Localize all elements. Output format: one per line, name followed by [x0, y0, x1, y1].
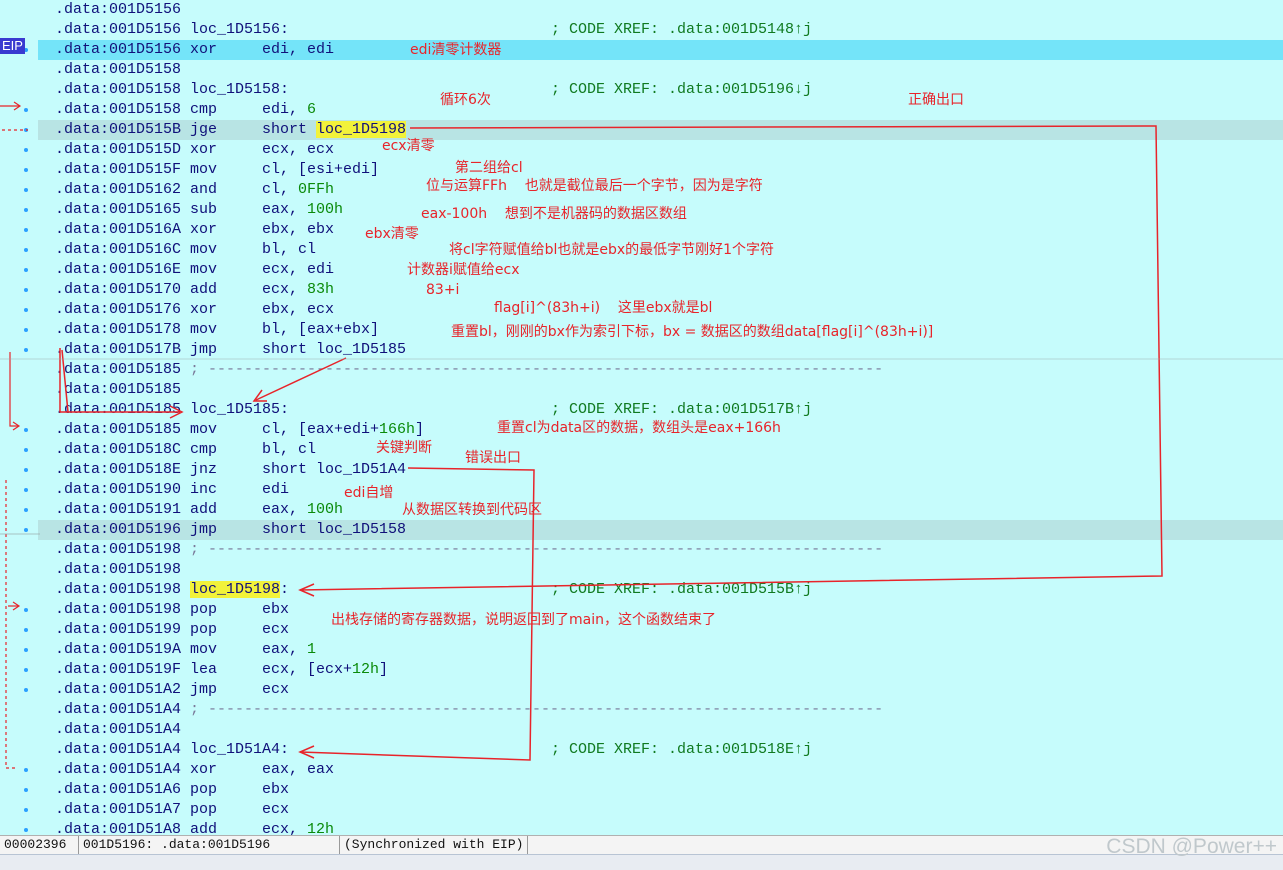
status-location: 001D5196: .data:001D5196 [78, 836, 270, 854]
annotation-note: edi清零计数器 [410, 42, 502, 58]
annotation-note: 第二组给cl [455, 160, 523, 176]
annotation-note: 从数据区转换到代码区 [402, 502, 542, 518]
watermark: CSDN @Power++ [1106, 835, 1277, 858]
window-bottom-strip [0, 854, 1283, 870]
annotation-note: eax-100h 想到不是机器码的数据区数组 [421, 206, 687, 222]
jump-arrow-2 [255, 357, 347, 401]
annotation-note: 重置bl，刚刚的bx作为索引下标，bx = 数据区的数组data[flag[i]… [451, 324, 934, 340]
annotation-note: 正确出口 [908, 92, 964, 108]
gutter-dash-2 [5, 480, 18, 769]
annotation-note: 计数器i赋值给ecx [407, 262, 520, 278]
status-offset: 00002396 [4, 837, 67, 852]
annotation-note: 关键判断 [376, 440, 432, 456]
annotation-arrows [0, 101, 1283, 769]
annotation-note: 位与运算FFh 也就是截位最后一个字节，因为是字符 [426, 178, 763, 194]
annotation-note: 错误出口 [465, 450, 521, 466]
annotation-note: ebx清零 [365, 226, 419, 242]
status-sync: (Synchronized with EIP) [339, 836, 529, 854]
annotation-note: 循环6次 [440, 92, 491, 108]
jump-arrow-1 [59, 348, 180, 413]
gutter-arrow-2 [9, 352, 18, 427]
annotation-note: 将cl字符赋值给bl也就是ebx的最低字节刚好1个字符 [449, 242, 775, 258]
annotation-note: 出栈存储的寄存器数据，说明返回到了main，这个函数结束了 [331, 612, 716, 628]
annotation-note: ecx清零 [382, 138, 435, 154]
correct-exit-arrow [299, 125, 1163, 591]
annotation-note: flag[i]^(83h+i) 这里ebx就是bl [494, 300, 713, 316]
status-bar: 00002396 001D5196: .data:001D5196 (Synch… [0, 835, 1283, 854]
annotation-note: 83+i [426, 282, 460, 298]
annotation-note: 重置cl为data区的数据，数组头是eax+166h [497, 420, 781, 436]
annotation-note: edi自增 [344, 485, 394, 501]
